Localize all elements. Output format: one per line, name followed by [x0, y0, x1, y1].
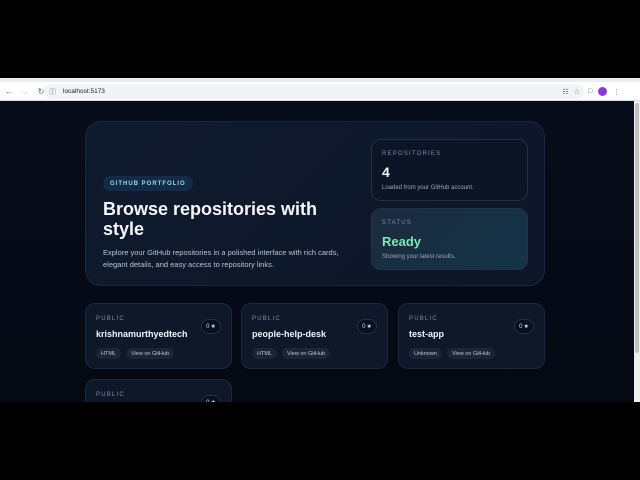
stat-label: REPOSITORIES [382, 151, 442, 157]
address-bar[interactable]: ⓘ localhost:5173 ☷ ☆ [44, 84, 584, 99]
language-chip: Unknown [409, 348, 442, 359]
profile-avatar[interactable]: S [598, 87, 608, 96]
stat-subtext: Loaded from your GitHub account. [382, 185, 474, 191]
page-viewport: GITHUB PORTFOLIO Browse repositories wit… [0, 101, 634, 402]
repo-card[interactable]: PUBLIC 0★ [85, 379, 232, 402]
stat-label: STATUS [382, 220, 412, 226]
view-on-github-link[interactable]: View on GitHub [125, 348, 175, 359]
star-count-badge: 0★ [514, 319, 534, 334]
portfolio-badge: GITHUB PORTFOLIO [103, 176, 193, 191]
repo-card[interactable]: PUBLIC people-help-desk 0 ★ HTML View on … [241, 303, 388, 369]
browser-toolbar: ← → ↻ ⓘ localhost:5173 ☷ ☆ □ S ⋮ [0, 82, 640, 101]
star-icon: ★ [210, 399, 215, 402]
repo-visibility: PUBLIC [96, 392, 125, 398]
star-count-badge: 0★ [357, 319, 377, 334]
repo-card[interactable]: PUBLIC test-app 0 ★ Unknown View on GitHu… [398, 303, 545, 369]
menu-kebab-icon[interactable]: ⋮ [613, 88, 620, 96]
view-on-github-link[interactable]: View on GitHub [281, 348, 331, 359]
star-count-badge: 0★ [201, 319, 221, 334]
repo-name[interactable]: test-app [409, 329, 444, 339]
screen: ← → ↻ ⓘ localhost:5173 ☷ ☆ □ S ⋮ GITHUB … [0, 0, 640, 480]
language-chip: HTML [96, 348, 121, 359]
forward-arrow-icon[interactable]: → [18, 84, 32, 98]
star-icon: ★ [210, 324, 216, 330]
status-value: Ready [382, 234, 422, 249]
hero-panel: GITHUB PORTFOLIO Browse repositories wit… [85, 121, 545, 286]
repo-visibility: PUBLIC [96, 316, 125, 322]
site-info-icon[interactable]: ⓘ [49, 87, 59, 97]
repo-name[interactable]: krishnamurthyedtech [96, 329, 188, 339]
repo-visibility: PUBLIC [252, 316, 281, 322]
star-count-badge: 0★ [201, 395, 221, 402]
repo-card[interactable]: PUBLIC krishnamurthyedtech 0 ★ HTML View … [85, 303, 232, 369]
star-icon: ★ [523, 324, 529, 330]
extensions-icon[interactable]: □ [588, 88, 592, 95]
repo-visibility: PUBLIC [409, 316, 438, 322]
star-icon: ★ [366, 324, 372, 330]
translate-icon[interactable]: ☷ [562, 88, 568, 96]
language-chip: HTML [252, 348, 277, 359]
hero-description: Explore your GitHub repositories in a po… [103, 248, 339, 269]
stat-subtext: Showing your latest results. [382, 254, 456, 260]
status-stat-card: STATUS Ready Showing your latest results… [371, 208, 528, 270]
scrollbar-thumb[interactable] [635, 103, 639, 353]
bookmark-star-icon[interactable]: ☆ [574, 88, 580, 96]
repo-name[interactable]: people-help-desk [252, 329, 326, 339]
view-on-github-link[interactable]: View on GitHub [446, 348, 496, 359]
back-arrow-icon[interactable]: ← [2, 84, 16, 98]
repositories-stat-card: REPOSITORIES 4 Loaded from your GitHub a… [371, 139, 528, 201]
url-text: localhost:5173 [63, 88, 105, 95]
page-scrollbar[interactable] [634, 101, 640, 402]
page-title: Browse repositories with style [103, 199, 318, 239]
repository-count: 4 [382, 164, 390, 180]
